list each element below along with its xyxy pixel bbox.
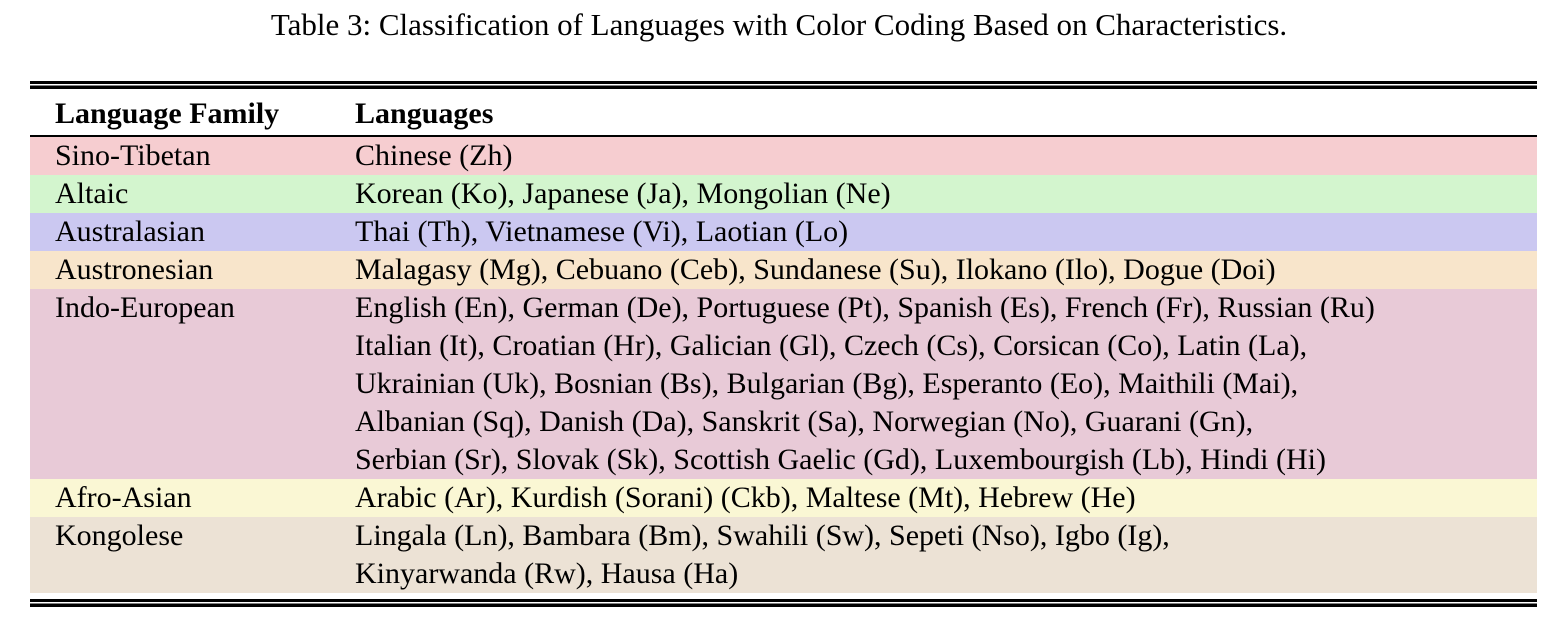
table-row-kongolese: Kongolese Lingala (Ln), Bambara (Bm), Sw… [30,517,1537,593]
family-cell: Australasian [30,213,355,251]
languages-cell: Lingala (Ln), Bambara (Bm), Swahili (Sw)… [355,517,1537,593]
paper-page: Table 3: Classification of Languages wit… [0,0,1558,617]
family-cell: Altaic [30,175,355,213]
languages-cell: Thai (Th), Vietnamese (Vi), Laotian (Lo) [355,213,1537,251]
table-caption: Table 3: Classification of Languages wit… [0,4,1558,46]
table-row-indo-european: Indo-European English (En), German (De),… [30,289,1537,479]
languages-cell: Arabic (Ar), Kurdish (Sorani) (Ckb), Mal… [355,479,1537,517]
family-cell: Austronesian [30,251,355,289]
language-classification-table: Language Family Languages Sino-Tibetan C… [30,81,1537,607]
languages-cell: Korean (Ko), Japanese (Ja), Mongolian (N… [355,175,1537,213]
family-cell: Afro-Asian [30,479,355,517]
table-row-australasian: Australasian Thai (Th), Vietnamese (Vi),… [30,213,1537,251]
languages-cell: Chinese (Zh) [355,137,1537,175]
family-cell: Indo-European [30,289,355,479]
table-row-austronesian: Austronesian Malagasy (Mg), Cebuano (Ceb… [30,251,1537,289]
table-row-altaic: Altaic Korean (Ko), Japanese (Ja), Mongo… [30,175,1537,213]
top-rule [30,81,1537,89]
bottom-rule [30,599,1537,607]
header-language-family: Language Family [30,95,355,133]
family-cell: Sino-Tibetan [30,137,355,175]
header-row: Language Family Languages [30,89,1537,135]
family-cell: Kongolese [30,517,355,593]
languages-cell: Malagasy (Mg), Cebuano (Ceb), Sundanese … [355,251,1537,289]
header-languages: Languages [355,95,1537,133]
table-row-sino-tibetan: Sino-Tibetan Chinese (Zh) [30,137,1537,175]
languages-cell: English (En), German (De), Portuguese (P… [355,289,1537,479]
table-row-afro-asian: Afro-Asian Arabic (Ar), Kurdish (Sorani)… [30,479,1537,517]
